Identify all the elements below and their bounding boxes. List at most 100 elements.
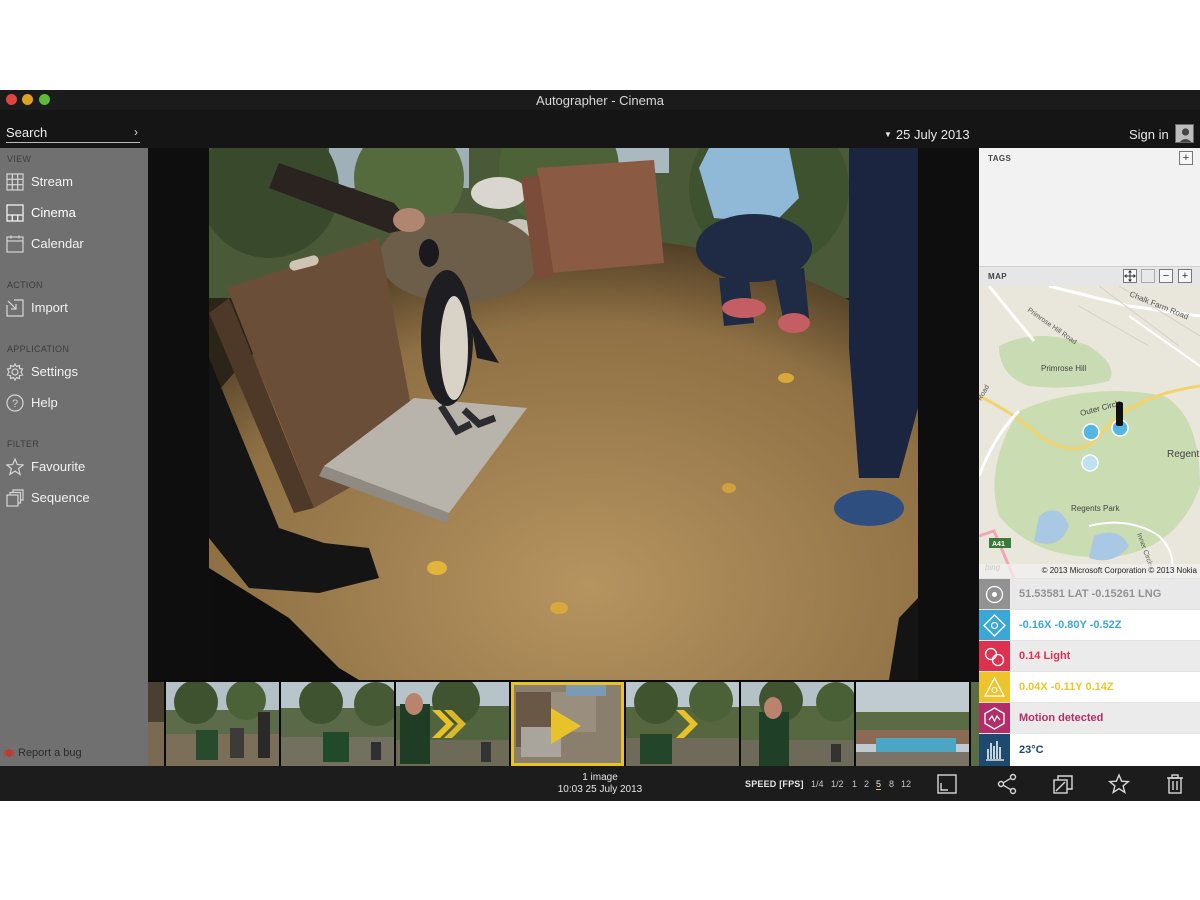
search-chevron-icon: › <box>134 125 138 139</box>
tags-title: TAGS <box>988 154 1012 163</box>
map-header: MAP − + <box>979 266 1200 286</box>
sensor-row-magnetometer: 0.04X -0.11Y 0.14Z <box>979 671 1200 703</box>
filmstrip-thumb[interactable] <box>741 682 854 766</box>
add-tag-button[interactable]: + <box>1179 151 1193 165</box>
bottom-toolbar: 1 image 10:03 25 July 2013 SPEED [FPS] 1… <box>0 766 1200 801</box>
filmstrip[interactable] <box>148 680 979 766</box>
speed-option-half[interactable]: 1/2 <box>831 779 844 789</box>
map-label-primrose-hill: Primrose Hill <box>1041 364 1087 373</box>
sidebar-item-sequence[interactable]: Sequence <box>0 485 148 511</box>
filmstrip-thumb[interactable] <box>281 682 394 766</box>
light-value: 0.14 Light <box>1019 650 1071 662</box>
accelerometer-value: -0.16X -0.80Y -0.52Z <box>1019 619 1122 631</box>
gear-icon <box>6 362 24 382</box>
section-label-application: APPLICATION <box>7 344 70 354</box>
trash-icon <box>1167 774 1183 794</box>
sidebar-item-cinema[interactable]: Cinema <box>0 200 148 226</box>
date-selector[interactable]: ▼ 25 July 2013 <box>884 127 970 142</box>
motion-icon <box>979 703 1010 734</box>
search-input[interactable]: Search › <box>6 125 140 143</box>
speed-option-1[interactable]: 1 <box>852 779 857 789</box>
image-datetime: 10:03 25 July 2013 <box>557 784 643 795</box>
sequence-icon <box>6 489 24 507</box>
sidebar-item-help[interactable]: ? Help <box>0 390 148 416</box>
speed-option-5-selected[interactable]: 5 <box>876 779 882 790</box>
share-icon <box>997 773 1017 795</box>
tags-header: TAGS + <box>979 148 1200 168</box>
calendar-icon <box>6 235 24 253</box>
filmstrip-thumb[interactable] <box>626 682 739 766</box>
sign-in-link[interactable]: Sign in <box>1129 127 1169 142</box>
filmstrip-thumb-selected[interactable] <box>511 682 624 766</box>
tags-panel: TAGS + <box>979 148 1200 262</box>
filmstrip-thumb[interactable] <box>856 682 969 766</box>
sensor-row-temperature: 23°C <box>979 733 1200 767</box>
current-location-pin-icon <box>1116 402 1123 426</box>
cinema-layout-icon <box>6 204 24 222</box>
sidebar-item-label: Import <box>31 300 68 315</box>
star-icon <box>1107 773 1131 794</box>
magnetometer-value: 0.04X -0.11Y 0.14Z <box>1019 681 1114 693</box>
temperature-icon <box>979 734 1010 767</box>
sidebar-item-label: Cinema <box>31 205 76 220</box>
speed-option-12[interactable]: 12 <box>901 779 911 789</box>
share-button[interactable] <box>996 773 1018 795</box>
filmstrip-thumb[interactable] <box>971 682 979 766</box>
sidebar: VIEW Stream Cinema Calendar ACTION Impor <box>0 148 148 766</box>
sidebar-item-label: Calendar <box>31 236 84 251</box>
image-count: 1 image <box>582 772 618 783</box>
filmstrip-thumb[interactable] <box>166 682 279 766</box>
temperature-value: 23°C <box>1019 744 1044 756</box>
section-label-action: ACTION <box>7 280 43 290</box>
svg-text:?: ? <box>12 398 18 410</box>
main-photo[interactable] <box>209 148 918 680</box>
report-bug-label: Report a bug <box>18 747 82 759</box>
caret-down-icon: ▼ <box>884 130 892 139</box>
window-title: Autographer - Cinema <box>536 93 664 108</box>
map-marker <box>1082 423 1100 441</box>
map-title: MAP <box>988 272 1007 281</box>
map-zoom-in-button[interactable]: + <box>1178 269 1192 283</box>
delete-button[interactable] <box>1164 773 1186 795</box>
section-label-view: VIEW <box>7 154 32 164</box>
speed-option-quarter[interactable]: 1/4 <box>811 779 824 789</box>
sidebar-item-favourite[interactable]: Favourite <box>0 454 148 480</box>
speed-label: SPEED [FPS] <box>745 779 804 789</box>
filmstrip-thumb[interactable] <box>396 682 509 766</box>
gps-icon <box>979 579 1010 610</box>
map-layer-button[interactable] <box>1141 269 1155 283</box>
bug-icon <box>3 746 15 758</box>
import-icon <box>6 299 24 317</box>
map-credit: © 2013 Microsoft Corporation © 2013 Noki… <box>979 564 1200 578</box>
fullscreen-icon <box>937 774 957 794</box>
speed-option-2[interactable]: 2 <box>864 779 869 789</box>
map-label-regents-park: Regents Park <box>1071 504 1120 513</box>
sidebar-item-settings[interactable]: Settings <box>0 359 148 385</box>
map-zoom-out-button[interactable]: − <box>1159 269 1173 283</box>
sidebar-item-stream[interactable]: Stream <box>0 169 148 195</box>
report-bug-link[interactable]: Report a bug <box>3 746 82 759</box>
map-label-regents: Regent <box>1167 449 1199 460</box>
help-icon: ? <box>6 394 24 412</box>
sequence-button[interactable] <box>1052 773 1074 795</box>
sensor-row-gps: 51.53581 LAT -0.15261 LNG <box>979 578 1200 610</box>
sidebar-item-import[interactable]: Import <box>0 295 148 321</box>
speed-option-8[interactable]: 8 <box>889 779 894 789</box>
sidebar-item-label: Settings <box>31 364 78 379</box>
fullscreen-button[interactable] <box>936 773 958 795</box>
map-marker <box>1081 454 1099 472</box>
sidebar-item-calendar[interactable]: Calendar <box>0 231 148 257</box>
gps-value: 51.53581 LAT -0.15261 LNG <box>1019 588 1162 600</box>
map-label-a41: A41 <box>992 541 1005 548</box>
map-pan-button[interactable] <box>1123 269 1137 283</box>
sidebar-item-label: Sequence <box>31 490 90 505</box>
sidebar-item-label: Stream <box>31 174 73 189</box>
sensor-row-motion: Motion detected <box>979 702 1200 734</box>
accelerometer-icon <box>979 610 1010 641</box>
sensor-row-light: 0.14 Light <box>979 640 1200 672</box>
favourite-button[interactable] <box>1107 773 1131 795</box>
filmstrip-thumb[interactable] <box>148 682 164 766</box>
location-map[interactable]: Chalk Farm Road Primrose Hill Road Primr… <box>979 286 1200 578</box>
grid-icon <box>6 173 24 191</box>
user-avatar-icon[interactable] <box>1175 124 1194 143</box>
